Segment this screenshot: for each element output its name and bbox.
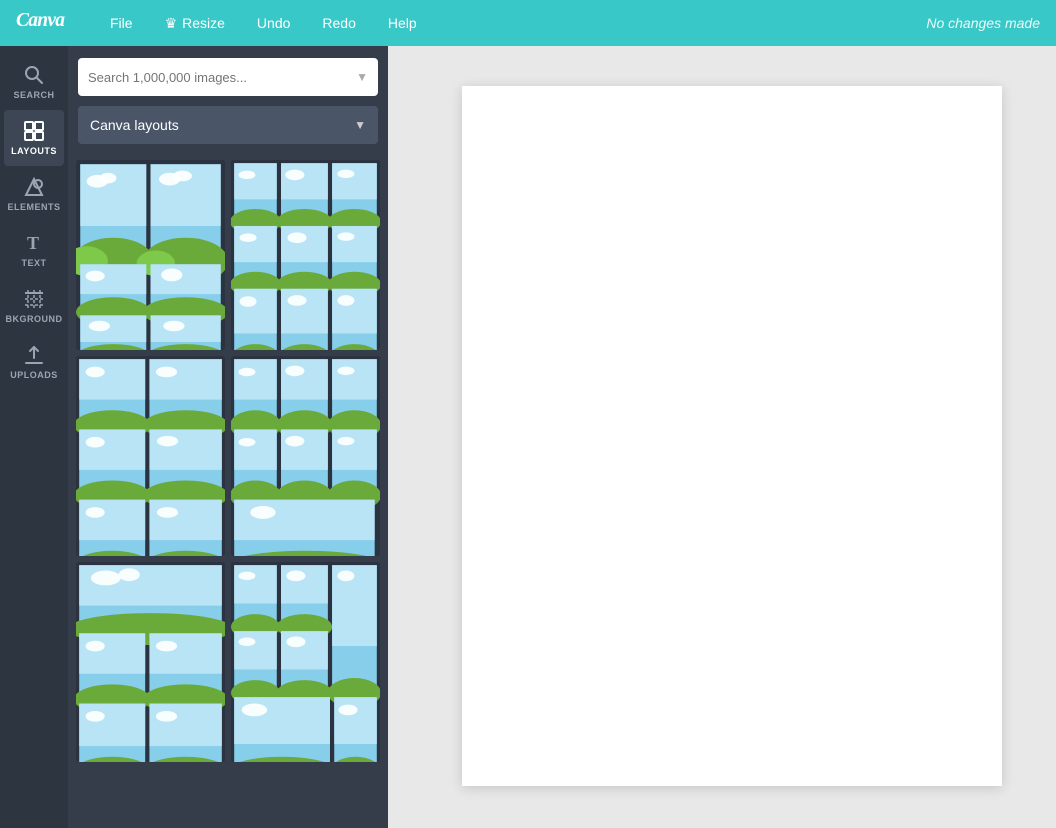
- canvas-area: [388, 46, 1056, 828]
- layouts-label: LAYOUTS: [11, 146, 57, 156]
- layout-dropdown-label: Canva layouts: [90, 117, 179, 133]
- text-label: TEXT: [21, 258, 46, 268]
- layout-dropdown[interactable]: Canva layouts ▼: [78, 106, 378, 144]
- sidebar: SEARCH LAYOUTS ELEMENTS: [0, 46, 68, 828]
- layout-dropdown-arrow: ▼: [354, 118, 366, 132]
- resize-icon: ♛: [165, 15, 178, 32]
- layout-row: [76, 160, 380, 350]
- layout-row: [76, 562, 380, 762]
- sidebar-item-text[interactable]: T TEXT: [4, 222, 64, 278]
- layouts-grid: [68, 154, 388, 828]
- panel: ▼ Canva layouts ▼: [68, 46, 388, 828]
- sidebar-item-background[interactable]: BKGROUND: [4, 278, 64, 334]
- text-icon: T: [23, 232, 45, 254]
- layout-card[interactable]: [231, 160, 380, 350]
- uploads-icon: [23, 344, 45, 366]
- image-search-input[interactable]: [88, 70, 348, 85]
- elements-label: ELEMENTS: [7, 202, 60, 212]
- layout-card[interactable]: [231, 562, 380, 762]
- elements-icon: [23, 176, 45, 198]
- sidebar-item-elements[interactable]: ELEMENTS: [4, 166, 64, 222]
- canva-logo: Canva: [16, 7, 76, 39]
- layout-card[interactable]: [76, 562, 225, 762]
- layouts-icon: [23, 120, 45, 142]
- background-icon: [23, 288, 45, 310]
- undo-button[interactable]: Undo: [251, 11, 296, 35]
- topbar: Canva File ♛ Resize Undo Redo Help No ch…: [0, 0, 1056, 46]
- background-label: BKGROUND: [6, 314, 63, 324]
- sidebar-item-uploads[interactable]: UPLOADS: [4, 334, 64, 390]
- help-menu[interactable]: Help: [382, 11, 423, 35]
- file-menu[interactable]: File: [104, 11, 139, 35]
- redo-button[interactable]: Redo: [316, 11, 361, 35]
- sidebar-item-layouts[interactable]: LAYOUTS: [4, 110, 64, 166]
- search-icon: [23, 64, 45, 86]
- layout-card[interactable]: [76, 160, 225, 350]
- search-dropdown-arrow[interactable]: ▼: [356, 70, 368, 84]
- layout-card[interactable]: [76, 356, 225, 556]
- search-label: SEARCH: [13, 90, 54, 100]
- layout-card[interactable]: [231, 356, 380, 556]
- uploads-label: UPLOADS: [10, 370, 58, 380]
- panel-header: ▼ Canva layouts ▼: [68, 46, 388, 154]
- canvas-page: [462, 86, 1002, 786]
- status-text: No changes made: [926, 15, 1040, 31]
- layout-row: [76, 356, 380, 556]
- svg-text:Canva: Canva: [16, 10, 65, 31]
- image-search-box[interactable]: ▼: [78, 58, 378, 96]
- resize-menu[interactable]: ♛ Resize: [159, 11, 231, 36]
- svg-text:T: T: [27, 233, 39, 253]
- sidebar-item-search[interactable]: SEARCH: [4, 54, 64, 110]
- main-content: SEARCH LAYOUTS ELEMENTS: [0, 46, 1056, 828]
